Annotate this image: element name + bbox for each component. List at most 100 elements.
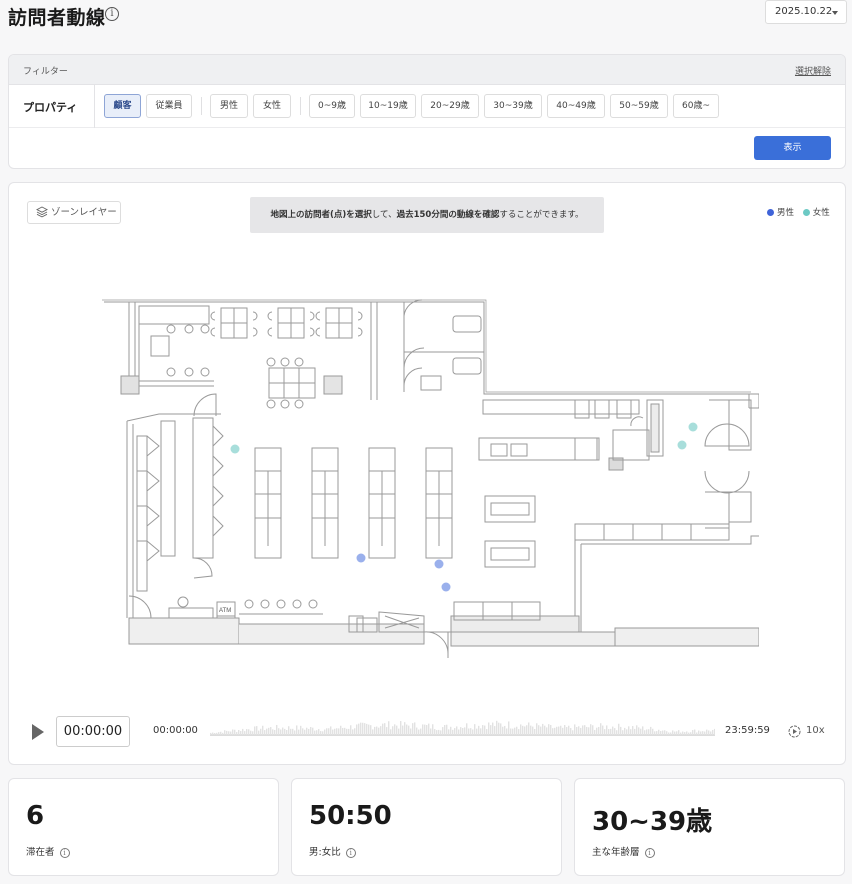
waveform-bar	[336, 728, 338, 735]
waveform-bar	[626, 729, 628, 735]
waveform-bar	[530, 725, 532, 735]
waveform-bar	[436, 730, 438, 735]
chip-age-50-59[interactable]: 50~59歳	[610, 94, 668, 118]
waveform-bar	[500, 723, 502, 735]
info-icon[interactable]: i	[644, 848, 655, 858]
waveform-bar	[288, 726, 290, 735]
play-icon[interactable]	[32, 724, 44, 740]
chip-age-60-plus[interactable]: 60歳~	[673, 94, 719, 118]
waveform-bar	[220, 731, 222, 735]
waveform-bar	[560, 725, 562, 735]
visitor-dot[interactable]	[230, 444, 240, 454]
waveform-bar	[400, 721, 402, 735]
chip-customer[interactable]: 顧客	[104, 94, 141, 118]
waveform-bar	[676, 731, 678, 735]
waveform-bar	[578, 726, 580, 735]
waveform-bar	[446, 724, 448, 735]
date-select-value: 2025.10.22	[775, 6, 833, 17]
date-select[interactable]: 2025.10.22	[765, 0, 847, 24]
waveform-bar	[588, 727, 590, 735]
chip-age-40-49[interactable]: 40~49歳	[547, 94, 605, 118]
waveform-bar	[402, 725, 404, 735]
waveform-bar	[496, 720, 498, 735]
stat-label-text: 主な年齢層	[592, 847, 640, 858]
waveform-bar	[526, 725, 528, 735]
waveform-bar	[636, 725, 638, 735]
waveform-bar	[494, 726, 496, 735]
visitor-dot[interactable]	[356, 553, 366, 563]
waveform-bar	[600, 723, 602, 735]
waveform-bar	[458, 729, 460, 735]
waveform-bar	[408, 725, 410, 735]
page-title: 訪問者動線	[8, 7, 106, 29]
stat-value: 6	[26, 801, 45, 831]
waveform-bar	[648, 729, 650, 735]
waveform-bar	[244, 731, 246, 735]
floor-plan-map[interactable]: ATM	[99, 296, 759, 658]
waveform-bar	[686, 731, 688, 735]
info-icon[interactable]: i	[105, 7, 119, 21]
waveform-bar	[386, 727, 388, 735]
waveform-bar	[520, 724, 522, 735]
notice-text-2: することができます。	[499, 210, 584, 220]
waveform-bar	[414, 722, 416, 735]
chip-age-10-19[interactable]: 10~19歳	[360, 94, 416, 118]
waveform-bar	[270, 727, 272, 735]
waveform-bar	[428, 723, 430, 735]
waveform-bar	[390, 729, 392, 735]
waveform-bar	[690, 732, 692, 735]
chip-employee[interactable]: 従業員	[146, 94, 192, 118]
visitor-dot[interactable]	[434, 559, 444, 569]
waveform-bar	[326, 728, 328, 735]
waveform-bar	[628, 726, 630, 735]
visitor-dot[interactable]	[688, 422, 698, 432]
divider	[201, 97, 202, 115]
waveform-bar	[714, 728, 715, 735]
waveform-bar	[678, 730, 680, 735]
waveform-bar	[580, 727, 582, 735]
current-time-field[interactable]: 00:00:00	[56, 716, 130, 747]
playback-speed-label[interactable]: 10x	[806, 725, 825, 736]
playback-speed-icon[interactable]	[788, 725, 801, 738]
legend-label: 女性	[812, 208, 830, 218]
visitor-dot[interactable]	[677, 440, 687, 450]
waveform-bar	[364, 723, 366, 735]
waveform-bar	[700, 731, 702, 735]
chip-age-20-29[interactable]: 20~29歳	[421, 94, 479, 118]
waveform-bar	[320, 731, 322, 735]
info-icon[interactable]: i	[345, 848, 356, 858]
clear-selection-link[interactable]: 選択解除	[795, 64, 831, 77]
waveform-bar	[282, 727, 284, 735]
waveform-bar	[274, 729, 276, 735]
show-button[interactable]: 表示	[754, 136, 831, 160]
waveform-bar	[602, 725, 604, 735]
waveform-bar	[558, 726, 560, 735]
waveform-bar	[358, 723, 360, 735]
waveform-bar	[370, 725, 372, 735]
waveform-bar	[312, 727, 314, 735]
waveform-bar	[314, 730, 316, 735]
waveform-bar	[404, 722, 406, 735]
property-row: プロパティ 顧客 従業員 男性 女性 0~9歳 10~19歳 20~29歳 30…	[9, 85, 845, 128]
chip-age-30-39[interactable]: 30~39歳	[484, 94, 542, 118]
visitor-dot[interactable]	[441, 582, 451, 592]
zone-layer-button[interactable]: ゾーンレイヤー	[27, 201, 121, 224]
waveform-bar	[330, 726, 332, 735]
waveform-bar	[318, 729, 320, 735]
waveform-bar	[338, 728, 340, 735]
info-icon[interactable]: i	[59, 848, 70, 858]
waveform-bar	[662, 730, 664, 735]
waveform-bar	[434, 729, 436, 735]
chip-female[interactable]: 女性	[253, 94, 291, 118]
waveform-bar	[630, 729, 632, 735]
waveform-bar	[532, 726, 534, 735]
filter-title: フィルター	[23, 67, 68, 77]
chip-age-0-9[interactable]: 0~9歳	[309, 94, 355, 118]
waveform-bar	[590, 724, 592, 735]
chip-male[interactable]: 男性	[210, 94, 248, 118]
waveform-bar	[306, 727, 308, 735]
waveform-bar	[340, 725, 342, 735]
waveform-bar	[378, 727, 380, 735]
timeline-waveform[interactable]	[210, 716, 715, 738]
waveform-bar	[592, 725, 594, 735]
